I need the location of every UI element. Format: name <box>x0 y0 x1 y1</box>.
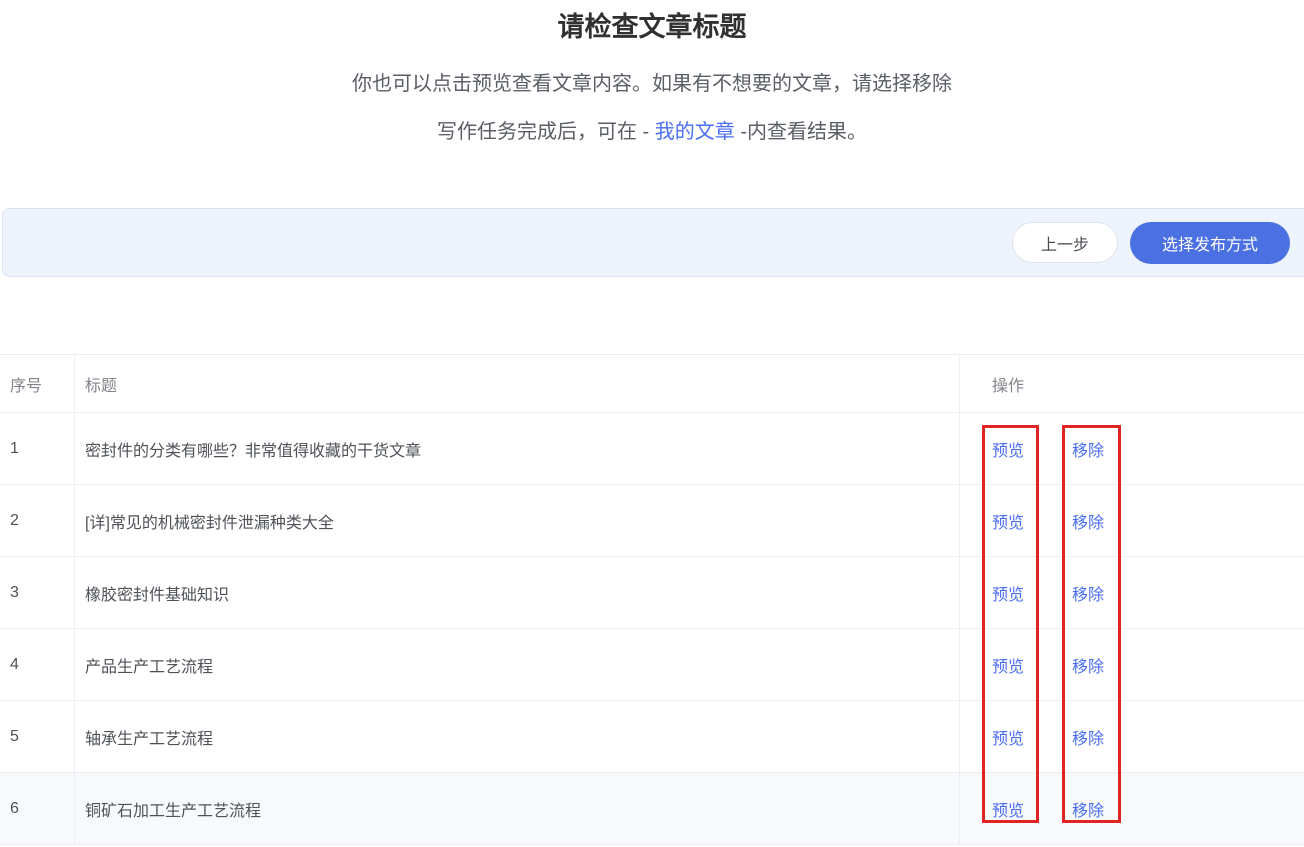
article-title: 铜矿石加工生产工艺流程 <box>75 773 960 844</box>
remove-link[interactable]: 移除 <box>1072 437 1104 461</box>
remove-link[interactable]: 移除 <box>1072 653 1104 677</box>
remove-link[interactable]: 移除 <box>1072 797 1104 821</box>
choose-publish-method-button[interactable]: 选择发布方式 <box>1130 222 1290 264</box>
remove-link[interactable]: 移除 <box>1072 509 1104 533</box>
article-title: [详]常见的机械密封件泄漏种类大全 <box>75 485 960 556</box>
preview-link[interactable]: 预览 <box>992 725 1024 749</box>
table-row: 2 [详]常见的机械密封件泄漏种类大全 预览 移除 <box>0 485 1304 557</box>
article-title: 产品生产工艺流程 <box>75 629 960 700</box>
table-header-row: 序号 标题 操作 <box>0 355 1304 413</box>
preview-link[interactable]: 预览 <box>992 581 1024 605</box>
article-table: 序号 标题 操作 1 密封件的分类有哪些？非常值得收藏的干货文章 预览 移除 2… <box>0 354 1304 845</box>
page-title: 请检查文章标题 <box>0 10 1304 44</box>
page-header: 请检查文章标题 你也可以点击预览查看文章内容。如果有不想要的文章，请选择移除 写… <box>0 0 1304 146</box>
row-index: 3 <box>0 557 75 628</box>
table-row: 1 密封件的分类有哪些？非常值得收藏的干货文章 预览 移除 <box>0 413 1304 485</box>
header-title: 标题 <box>75 355 960 412</box>
table-row: 4 产品生产工艺流程 预览 移除 <box>0 629 1304 701</box>
preview-link[interactable]: 预览 <box>992 653 1024 677</box>
row-index: 5 <box>0 701 75 772</box>
row-index: 1 <box>0 413 75 484</box>
subtitle-line-2-suffix: -内查看结果。 <box>735 121 867 143</box>
subtitle-line-2: 写作任务完成后，可在 - 我的文章 -内查看结果。 <box>0 118 1304 146</box>
row-actions: 预览 移除 <box>960 629 1304 700</box>
row-index: 6 <box>0 773 75 844</box>
row-actions: 预览 移除 <box>960 557 1304 628</box>
table-row: 6 铜矿石加工生产工艺流程 预览 移除 <box>0 773 1304 845</box>
header-index: 序号 <box>0 355 75 412</box>
preview-link[interactable]: 预览 <box>992 509 1024 533</box>
article-title: 轴承生产工艺流程 <box>75 701 960 772</box>
subtitle-line-1: 你也可以点击预览查看文章内容。如果有不想要的文章，请选择移除 <box>0 70 1304 98</box>
article-title: 橡胶密封件基础知识 <box>75 557 960 628</box>
row-actions: 预览 移除 <box>960 485 1304 556</box>
subtitle-line-2-prefix: 写作任务完成后，可在 - <box>437 121 655 143</box>
row-index: 4 <box>0 629 75 700</box>
my-articles-link[interactable]: 我的文章 <box>655 121 735 143</box>
row-actions: 预览 移除 <box>960 701 1304 772</box>
article-title: 密封件的分类有哪些？非常值得收藏的干货文章 <box>75 413 960 484</box>
table-row: 5 轴承生产工艺流程 预览 移除 <box>0 701 1304 773</box>
row-actions: 预览 移除 <box>960 413 1304 484</box>
row-actions: 预览 移除 <box>960 773 1304 844</box>
preview-link[interactable]: 预览 <box>992 437 1024 461</box>
remove-link[interactable]: 移除 <box>1072 581 1104 605</box>
previous-step-button[interactable]: 上一步 <box>1012 222 1118 263</box>
preview-link[interactable]: 预览 <box>992 797 1024 821</box>
table-row: 3 橡胶密封件基础知识 预览 移除 <box>0 557 1304 629</box>
remove-link[interactable]: 移除 <box>1072 725 1104 749</box>
header-action: 操作 <box>960 355 1304 412</box>
action-toolbar: 上一步 选择发布方式 <box>2 208 1304 277</box>
row-index: 2 <box>0 485 75 556</box>
